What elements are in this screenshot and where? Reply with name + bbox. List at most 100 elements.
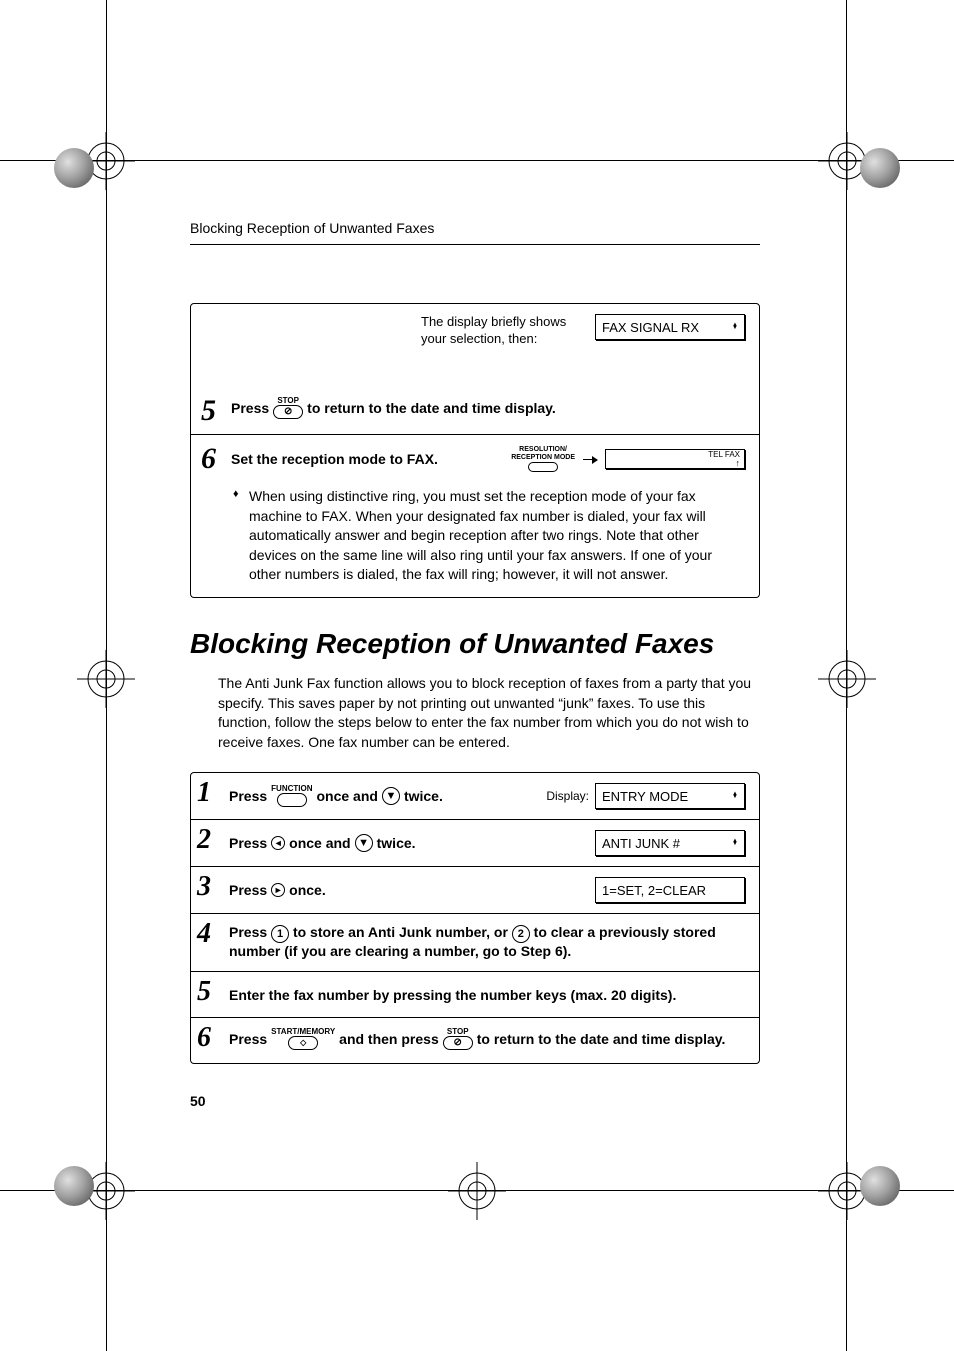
display-briefly-text: The display briefly shows your selection…	[421, 314, 566, 348]
step-6-panel: 6 Press START/MEMORY ◇ and then press ST…	[190, 1018, 760, 1064]
stop-button-icon: STOP ⊘	[273, 397, 303, 419]
step-3-panel: 3 Press ► once. 1=SET, 2=CLEAR	[190, 867, 760, 914]
s3-press: Press	[229, 882, 267, 898]
step-number-2: 2	[197, 824, 211, 856]
step-4-panel: 4 Press 1 to store an Anti Junk number, …	[190, 914, 760, 972]
reg-target-ml	[77, 650, 135, 708]
s2-press: Press	[229, 835, 267, 851]
key-1-glyph: 1	[277, 928, 283, 940]
lcd-set-clear-text: 1=SET, 2=CLEAR	[602, 883, 706, 898]
step-2-panel: 2 Press ◄ once and ▼ twice. ANTI JUNK #	[190, 820, 760, 867]
lcd-entry-mode: ENTRY MODE	[595, 783, 745, 809]
step-6-text: Press START/MEMORY ◇ and then press STOP…	[229, 1028, 725, 1050]
stop-glyph-2: ⊘	[454, 1038, 462, 1048]
updown-icon	[732, 793, 738, 799]
start-memory-button-icon: START/MEMORY ◇	[271, 1028, 335, 1050]
right-arrow-button-icon: ►	[271, 883, 285, 897]
s4-press: Press	[229, 924, 267, 940]
step-2-display: ANTI JUNK #	[595, 830, 745, 856]
step-1-display: Display: ENTRY MODE	[546, 783, 745, 809]
s3-once: once.	[289, 882, 326, 898]
key-1-button-icon: 1	[271, 925, 289, 943]
step-6a-row: 6 Set the reception mode to FAX. RESOLUT…	[231, 445, 745, 473]
key-2-button-icon: 2	[512, 925, 530, 943]
step-1-panel: 1 Press FUNCTION once and ▼ twice. Displ…	[190, 772, 760, 820]
s6-rest: to return to the date and time display.	[477, 1031, 726, 1047]
instruction-panel-top: The display briefly shows your selection…	[190, 303, 760, 435]
lcd-set-clear: 1=SET, 2=CLEAR	[595, 877, 745, 903]
updown-icon	[732, 840, 738, 846]
arrow-right-icon	[583, 459, 597, 460]
step5-rest: to return to the date and time display.	[307, 400, 556, 416]
step-number-1: 1	[197, 777, 211, 809]
reception-diagram: RESOLUTION/ RECEPTION MODE TEL FAX ↑	[511, 446, 745, 472]
left-arrow-glyph: ◄	[274, 838, 283, 848]
reg-target-mr	[818, 650, 876, 708]
step6-text: Set the reception mode to FAX.	[231, 445, 438, 473]
instruction-panel-6: 6 Set the reception mode to FAX. RESOLUT…	[190, 435, 760, 598]
step-5a-line: Press STOP ⊘ to return to the date and t…	[231, 394, 745, 422]
key-2-glyph: 2	[518, 928, 524, 940]
down-arrow-glyph-2: ▼	[358, 837, 369, 849]
left-arrow-button-icon: ◄	[271, 836, 285, 850]
crop-line-h-top	[0, 160, 954, 161]
start-memory-label: START/MEMORY	[271, 1028, 335, 1036]
reg-target-bc	[448, 1162, 506, 1220]
lcd-fax-signal-text: FAX SIGNAL RX	[602, 320, 699, 335]
step-5a-row: 5 Press STOP ⊘ to return to the date and…	[231, 394, 745, 422]
s6-and-then: and then press	[339, 1031, 439, 1047]
step-1-text: Press FUNCTION once and ▼ twice.	[229, 785, 443, 807]
step-3-text: Press ► once.	[229, 882, 326, 898]
s2-once-and: once and	[289, 835, 350, 851]
display-label: Display:	[546, 789, 589, 803]
reg-ball-tr	[860, 148, 900, 188]
page-number: 50	[190, 1093, 206, 1109]
lcd-entry-mode-text: ENTRY MODE	[602, 789, 688, 804]
resolution-label: RESOLUTION/	[519, 446, 567, 454]
s1-twice: twice.	[404, 788, 443, 804]
s6-press: Press	[229, 1031, 267, 1047]
reception-mode-label: RECEPTION MODE	[511, 454, 575, 462]
step5-press: Press	[231, 400, 269, 416]
step-number-4: 4	[197, 918, 211, 950]
right-arrow-glyph: ►	[274, 885, 283, 895]
step-number-5: 5	[201, 394, 216, 428]
step-3-display: 1=SET, 2=CLEAR	[595, 877, 745, 903]
reception-mode-button-icon: RESOLUTION/ RECEPTION MODE	[511, 446, 575, 472]
s1-press: Press	[229, 788, 267, 804]
stop-label-2: STOP	[447, 1028, 469, 1036]
display-line1: The display briefly shows	[421, 314, 566, 329]
uparrow-icon: ↑	[736, 459, 741, 468]
down-arrow-glyph: ▼	[386, 790, 397, 802]
s4-mid: to store an Anti Junk number, or	[293, 924, 508, 940]
step-4-text: Press 1 to store an Anti Junk number, or…	[229, 924, 716, 959]
updown-icon	[732, 324, 738, 330]
lcd-tel-fax: TEL FAX ↑	[605, 449, 745, 469]
lcd-fax-signal: FAX SIGNAL RX	[595, 314, 745, 340]
down-arrow-button-icon-2: ▼	[355, 834, 373, 852]
page-content: Blocking Reception of Unwanted Faxes The…	[190, 220, 760, 1064]
reg-ball-bl	[54, 1166, 94, 1206]
function-label: FUNCTION	[271, 785, 312, 793]
down-arrow-button-icon: ▼	[382, 787, 400, 805]
step-number-5b: 5	[197, 976, 211, 1008]
stop-glyph: ⊘	[284, 407, 292, 417]
lcd-anti-junk-text: ANTI JUNK #	[602, 836, 680, 851]
step-number-6: 6	[201, 442, 216, 476]
section-title: Blocking Reception of Unwanted Faxes	[190, 628, 760, 660]
head-rule	[190, 244, 760, 245]
stop-button-icon-2: STOP ⊘	[443, 1028, 473, 1050]
display-text-row: The display briefly shows your selection…	[231, 314, 745, 354]
reg-ball-br	[860, 1166, 900, 1206]
step-5-panel: 5 Enter the fax number by pressing the n…	[190, 972, 760, 1018]
s2-twice: twice.	[377, 835, 416, 851]
step-number-6b: 6	[197, 1022, 211, 1054]
running-head: Blocking Reception of Unwanted Faxes	[190, 220, 760, 236]
step-2-text: Press ◄ once and ▼ twice.	[229, 834, 416, 852]
lcd-anti-junk: ANTI JUNK #	[595, 830, 745, 856]
steps-block: 1 Press FUNCTION once and ▼ twice. Displ…	[190, 772, 760, 1064]
step-5-text: Enter the fax number by pressing the num…	[229, 987, 676, 1003]
step-number-3: 3	[197, 871, 211, 903]
display-line2: your selection, then:	[421, 331, 537, 346]
distinctive-ring-note: When using distinctive ring, you must se…	[249, 487, 745, 585]
